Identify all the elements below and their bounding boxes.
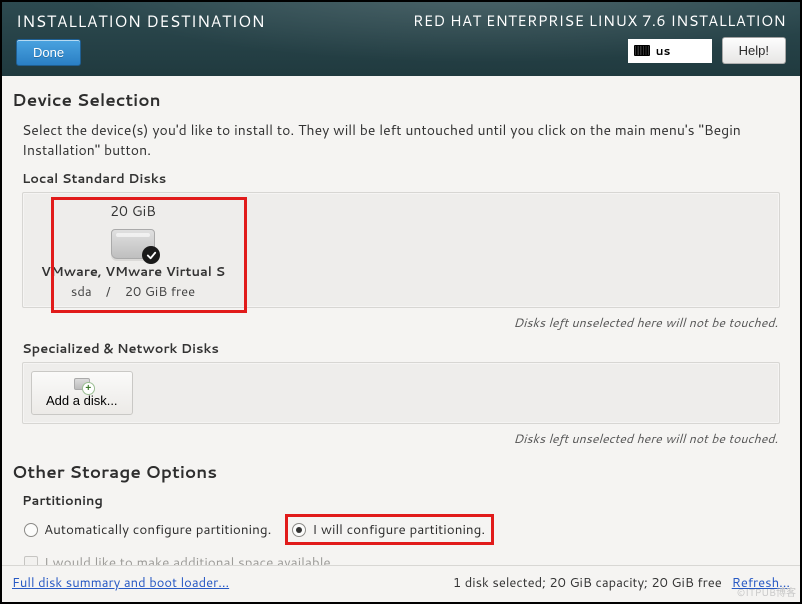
done-button[interactable]: Done bbox=[16, 39, 81, 66]
radio-manual-label: I will configure partitioning. bbox=[312, 520, 485, 539]
other-storage-heading: Other Storage Options bbox=[12, 460, 790, 484]
local-disks-panel: 20 GiB VMware, VMware Virtual S sda / 20… bbox=[22, 192, 780, 308]
local-disks-label: Local Standard Disks bbox=[22, 170, 790, 188]
extra-space-checkbox[interactable]: I would like to make additional space av… bbox=[24, 553, 790, 565]
selection-status: 1 disk selected; 20 GiB capacity; 20 GiB… bbox=[453, 574, 722, 592]
disk-size: 20 GiB bbox=[33, 201, 233, 221]
harddrive-icon bbox=[111, 229, 155, 259]
add-disk-button[interactable]: Add a disk... bbox=[31, 371, 133, 415]
installer-title: RED HAT ENTERPRISE LINUX 7.6 INSTALLATIO… bbox=[413, 10, 786, 31]
radio-icon bbox=[292, 523, 306, 537]
radio-auto-label: Automatically configure partitioning. bbox=[44, 520, 271, 539]
partitioning-label: Partitioning bbox=[22, 492, 790, 510]
page-title: INSTALLATION DESTINATION bbox=[16, 10, 265, 33]
local-disks-hint: Disks left unselected here will not be t… bbox=[12, 314, 778, 332]
device-selection-heading: Device Selection bbox=[12, 88, 790, 112]
network-disks-panel: Add a disk... bbox=[22, 362, 780, 424]
extra-space-label: I would like to make additional space av… bbox=[44, 553, 334, 565]
keyboard-layout-text: us bbox=[656, 42, 671, 59]
checkbox-icon bbox=[24, 556, 38, 566]
network-disks-hint: Disks left unselected here will not be t… bbox=[12, 430, 778, 448]
keyboard-icon bbox=[634, 45, 650, 56]
radio-auto-partition[interactable]: Automatically configure partitioning. bbox=[24, 520, 271, 539]
radio-icon bbox=[24, 523, 38, 537]
device-selection-intro: Select the device(s) you'd like to insta… bbox=[22, 120, 786, 160]
add-disk-icon bbox=[74, 378, 90, 390]
refresh-link[interactable]: Refresh... bbox=[732, 574, 790, 592]
disk-name: VMware, VMware Virtual S bbox=[33, 263, 233, 281]
help-button[interactable]: Help! bbox=[722, 37, 786, 64]
disk-subinfo: sda / 20 GiB free bbox=[33, 283, 233, 301]
network-disks-label: Specialized & Network Disks bbox=[22, 340, 790, 358]
header-bar: INSTALLATION DESTINATION Done RED HAT EN… bbox=[2, 2, 800, 76]
radio-manual-partition[interactable]: I will configure partitioning. bbox=[285, 514, 494, 545]
disk-item[interactable]: 20 GiB VMware, VMware Virtual S sda / 20… bbox=[33, 201, 233, 301]
content-area: Device Selection Select the device(s) yo… bbox=[2, 76, 800, 565]
disk-summary-link[interactable]: Full disk summary and boot loader... bbox=[12, 574, 229, 592]
footer-bar: Full disk summary and boot loader... 1 d… bbox=[2, 565, 800, 602]
keyboard-layout-indicator[interactable]: us bbox=[628, 39, 712, 63]
checkmark-icon bbox=[142, 246, 160, 264]
add-disk-label: Add a disk... bbox=[46, 393, 118, 408]
